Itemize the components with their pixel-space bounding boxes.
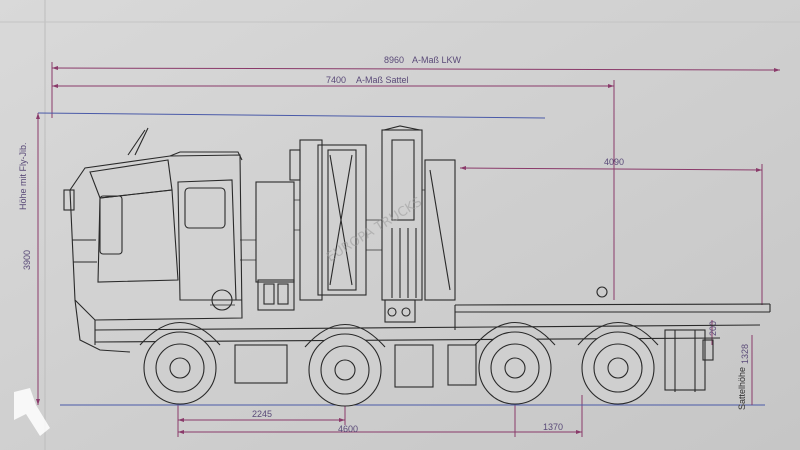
dim-value-saddle-height: 1328 — [740, 344, 750, 364]
dim-value-a-mass-sattel: 7400 — [326, 75, 346, 85]
drawing-canvas: 8960 A-Maß LKW 7400 A-Maß Sattel 4090 39… — [0, 0, 800, 450]
dim-value-4600: 4600 — [338, 424, 358, 434]
dim-value-2245: 2245 — [252, 409, 272, 419]
dim-value-small: 200 — [708, 321, 718, 336]
dim-label-height: Höhe mit Fly-Jib. — [18, 142, 28, 210]
dim-value-height: 3900 — [22, 250, 32, 270]
dim-label-saddle-height: Sattelhöhe — [737, 367, 747, 410]
technical-drawing-photo: 8960 A-Maß LKW 7400 A-Maß Sattel 4090 39… — [0, 0, 800, 450]
dim-value-1370: 1370 — [543, 422, 563, 432]
dim-value-rear-length: 4090 — [604, 157, 624, 167]
dim-label-a-mass-lkw: A-Maß LKW — [412, 55, 462, 65]
dim-label-a-mass-sattel: A-Maß Sattel — [356, 75, 409, 85]
dim-value-a-mass-lkw: 8960 — [384, 55, 404, 65]
